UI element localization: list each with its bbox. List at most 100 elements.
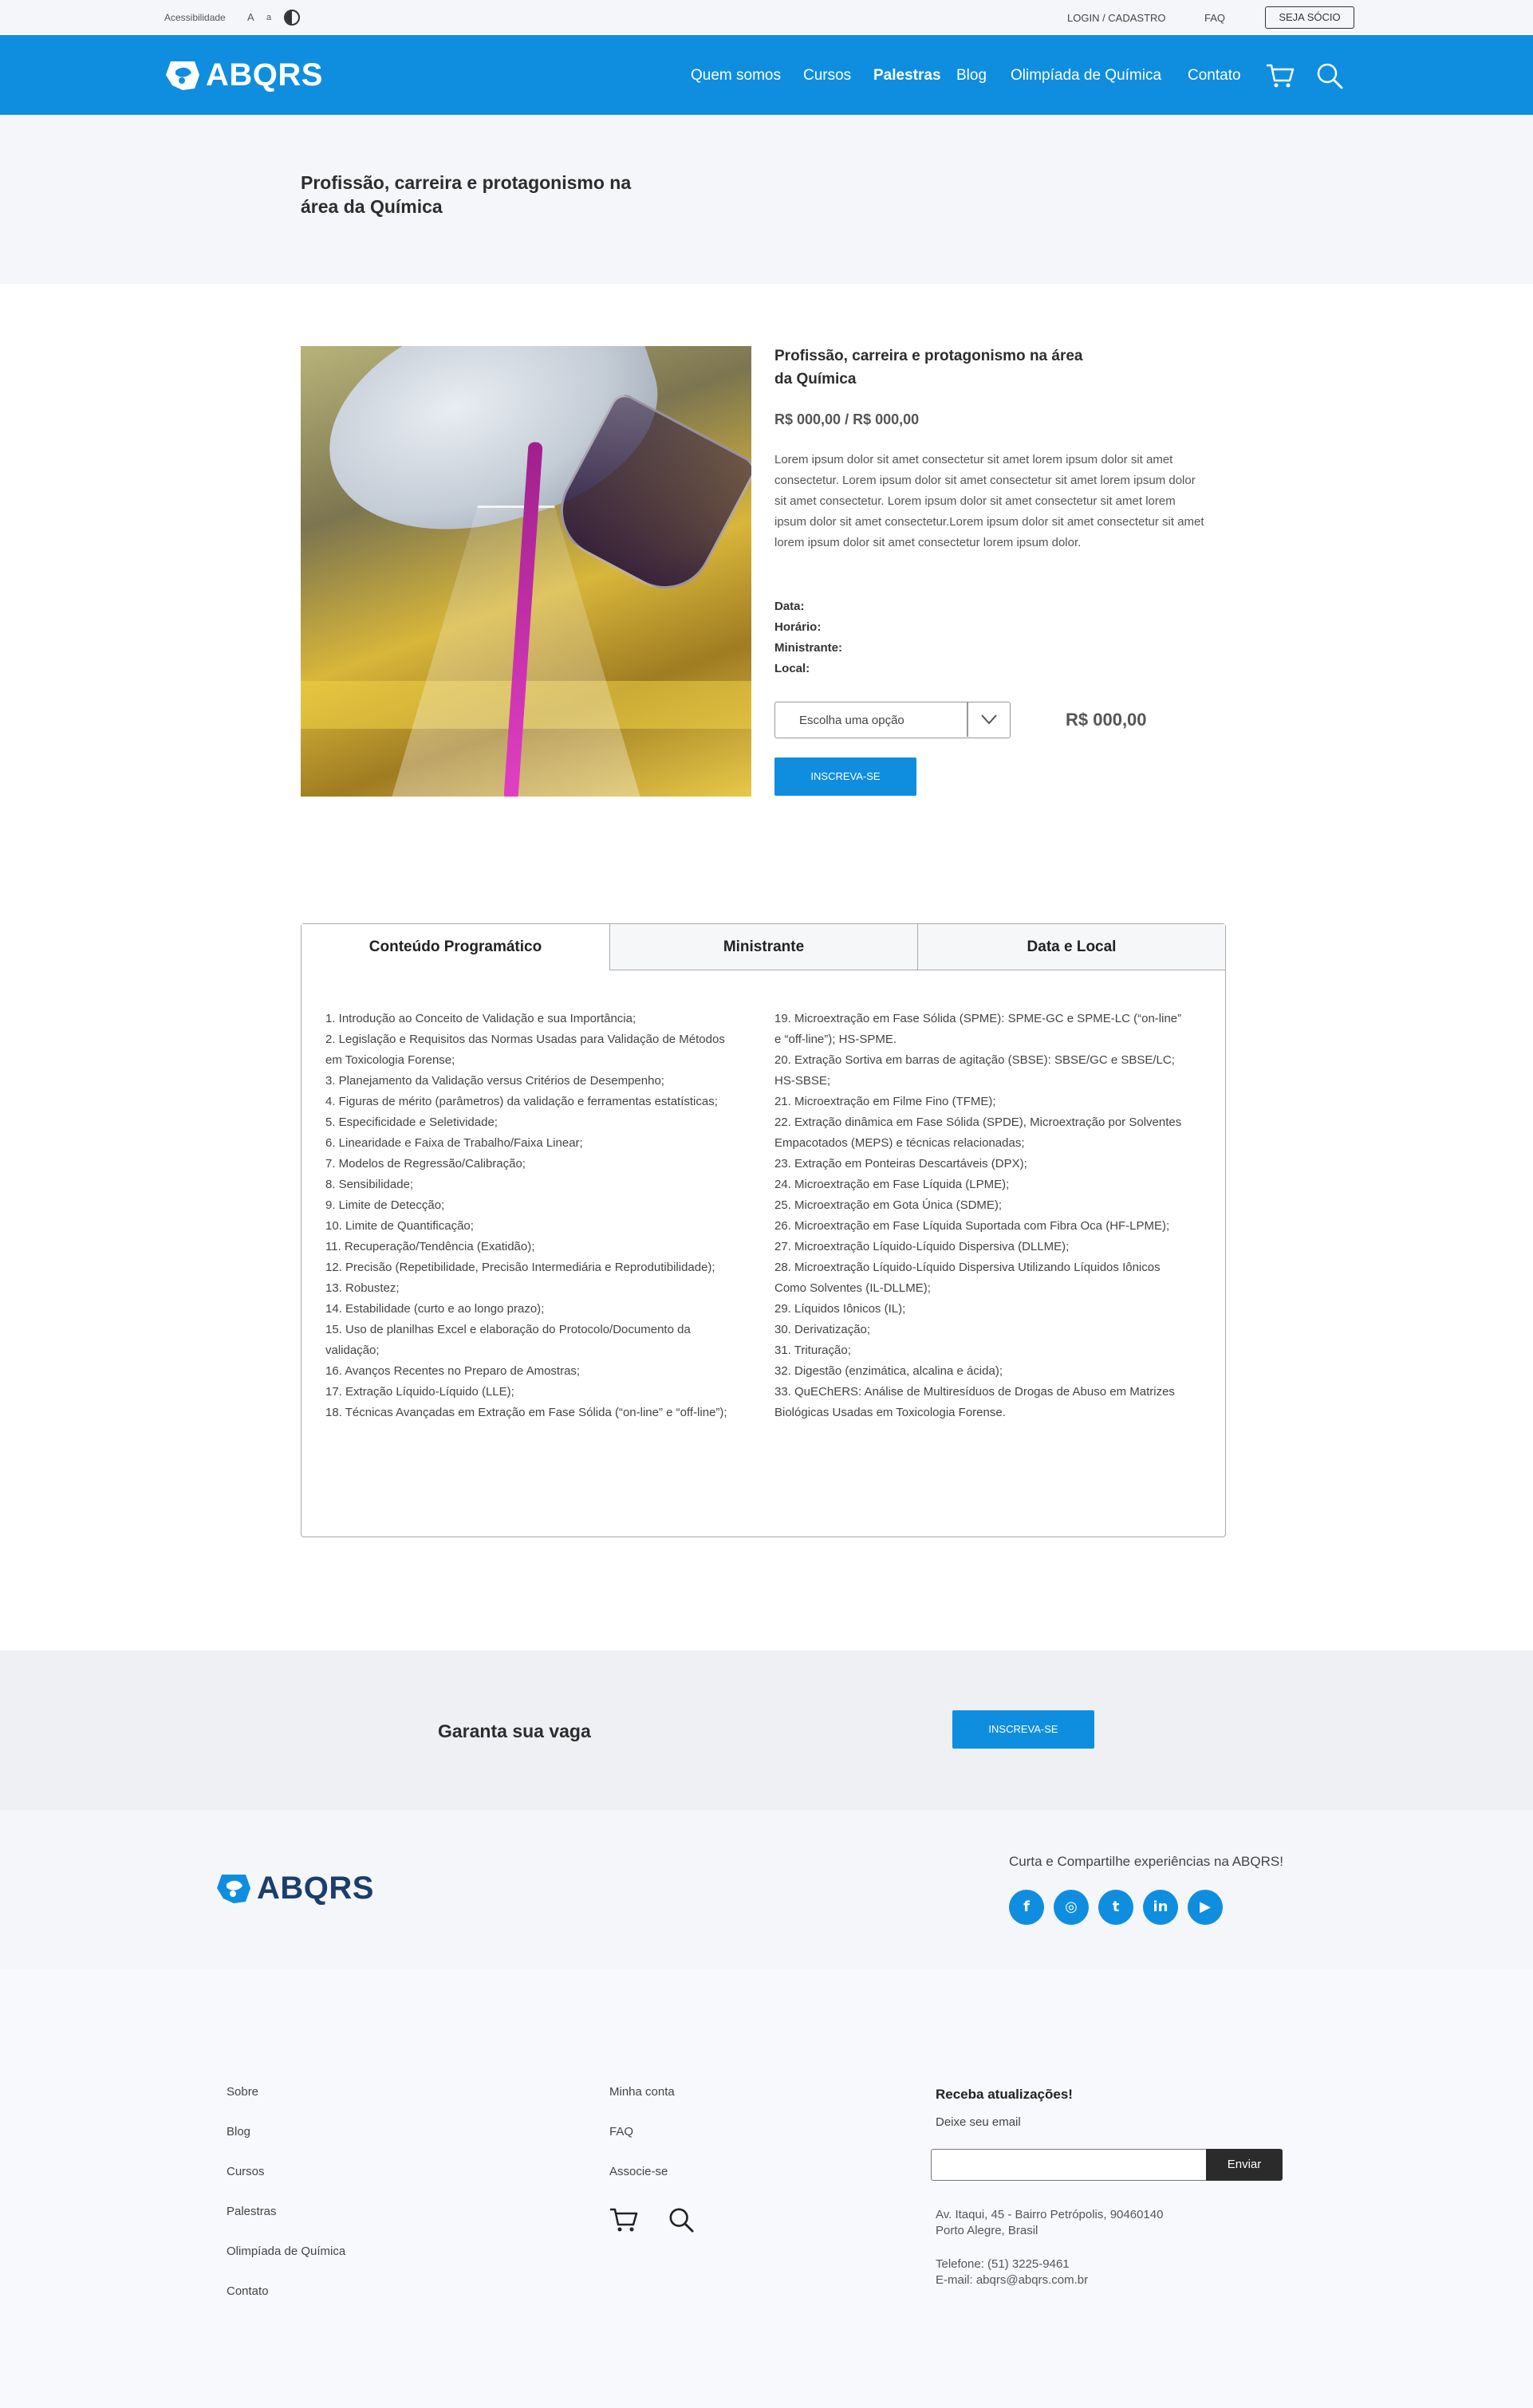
- main-header: ABQRS Quem somos Cursos Palestras Blog O…: [0, 35, 1533, 115]
- tab-data-local[interactable]: Data e Local: [917, 924, 1225, 970]
- footer-brand: ABQRS Curta e Compartilhe experiências n…: [0, 1810, 1533, 1969]
- search-icon[interactable]: [1316, 62, 1343, 89]
- lecture-image: [301, 346, 751, 797]
- cart-icon[interactable]: [1266, 63, 1295, 89]
- social-links: f ◎ t in ▶: [1009, 1890, 1232, 1925]
- program-item: 2. Legislação e Requisitos das Normas Us…: [325, 1033, 725, 1067]
- footer-cart-icon[interactable]: [609, 2207, 638, 2233]
- program-item: 16. Avanços Recentes no Preparo de Amost…: [325, 1364, 581, 1378]
- nav-item-cursos[interactable]: Cursos: [803, 67, 873, 85]
- footer-link-contato[interactable]: Contato: [227, 2284, 345, 2324]
- cta-subscribe-button[interactable]: INSCREVA-SE: [952, 1710, 1094, 1749]
- footer-phone: Telefone: (51) 3225-9461: [936, 2257, 1070, 2271]
- program-item: 12. Precisão (Repetibilidade, Precisão I…: [325, 1261, 715, 1274]
- product-description: Lorem ipsum dolor sit amet consectetur s…: [774, 453, 1204, 549]
- nav-item-blog[interactable]: Blog: [956, 67, 1011, 85]
- option-select-value: Escolha uma opção: [799, 714, 904, 727]
- tabs-panel: Conteúdo Programático Ministrante Data e…: [301, 923, 1226, 1537]
- footer-link-cursos[interactable]: Cursos: [227, 2165, 345, 2205]
- nav-item-contato[interactable]: Contato: [1188, 67, 1241, 85]
- program-column-right: 19. Microextração em Fase Sólida (SPME):…: [774, 1009, 1189, 1423]
- tab-conteudo[interactable]: Conteúdo Programático: [301, 924, 609, 970]
- program-item: 28. Microextração Líquido-Líquido Disper…: [774, 1261, 1161, 1295]
- product-title: Profissão, carreira e protagonismo na ár…: [774, 348, 1083, 388]
- decrease-font-button[interactable]: a: [266, 13, 271, 22]
- login-link[interactable]: LOGIN / CADASTRO: [1067, 12, 1166, 24]
- page-hero: Profissão, carreira e protagonismo na ár…: [0, 115, 1533, 284]
- footer-icons: [609, 2207, 724, 2233]
- address-line-2: Porto Alegre, Brasil: [936, 2224, 1038, 2237]
- footer-email: E-mail: abqrs@abqrs.com.br: [936, 2273, 1089, 2287]
- footer-address: Av. Itaqui, 45 - Bairro Petrópolis, 9046…: [936, 2207, 1163, 2239]
- footer-link-faq[interactable]: FAQ: [609, 2125, 675, 2165]
- faq-link[interactable]: FAQ: [1204, 12, 1225, 24]
- footer-links-1: Sobre Blog Cursos Palestras Olimpíada de…: [227, 2085, 345, 2324]
- footer-logo-mark-icon: [217, 1875, 250, 1903]
- footer-logo[interactable]: ABQRS: [215, 1870, 374, 1906]
- nav-item-quem-somos[interactable]: Quem somos: [691, 67, 803, 85]
- program-item: 5. Especificidade e Seletividade;: [325, 1115, 498, 1129]
- newsletter-send-button[interactable]: Enviar: [1206, 2149, 1283, 2181]
- product-meta: Data: Horário: Ministrante: Local:: [774, 596, 842, 679]
- logo-text: ABQRS: [206, 57, 323, 92]
- subscribe-button[interactable]: INSCREVA-SE: [774, 757, 916, 796]
- nav-item-olimpiada[interactable]: Olimpíada de Química: [1011, 67, 1188, 85]
- newsletter-email-input[interactable]: [931, 2149, 1207, 2181]
- tab-ministrante[interactable]: Ministrante: [609, 924, 917, 970]
- cta-banner: Garanta sua vaga INSCREVA-SE: [0, 1651, 1533, 1810]
- footer-link-blog[interactable]: Blog: [227, 2125, 345, 2165]
- nav-item-palestras[interactable]: Palestras: [873, 67, 956, 85]
- footer-link-associe[interactable]: Associe-se: [609, 2165, 675, 2205]
- program-item: 3. Planejamento da Validação versus Crit…: [325, 1074, 664, 1088]
- select-divider: [967, 702, 968, 737]
- meta-speaker: Ministrante:: [774, 641, 843, 655]
- program-item: 17. Extração Líquido-Líquido (LLE);: [325, 1385, 514, 1399]
- program-item: 30. Derivatização;: [774, 1323, 871, 1336]
- contrast-icon[interactable]: [284, 10, 300, 26]
- program-item: 6. Linearidade e Faixa de Trabalho/Faixa…: [325, 1136, 583, 1150]
- footer-link-sobre[interactable]: Sobre: [227, 2085, 345, 2125]
- program-item: 4. Figuras de mérito (parâmetros) da val…: [325, 1095, 718, 1108]
- accessibility-label: Acessibilidade: [164, 12, 226, 23]
- program-item: 27. Microextração Líquido-Líquido Disper…: [774, 1240, 1070, 1253]
- increase-font-button[interactable]: A: [247, 11, 254, 23]
- program-item: 15. Uso de planilhas Excel e elaboração …: [325, 1323, 691, 1357]
- linkedin-icon[interactable]: in: [1143, 1890, 1178, 1925]
- footer-search-icon[interactable]: [668, 2207, 694, 2233]
- address-line-1: Av. Itaqui, 45 - Bairro Petrópolis, 9046…: [936, 2208, 1164, 2221]
- utility-bar: Acessibilidade A a LOGIN / CADASTRO FAQ …: [0, 0, 1533, 35]
- twitter-icon[interactable]: t: [1098, 1890, 1133, 1925]
- facebook-icon[interactable]: f: [1009, 1890, 1044, 1925]
- newsletter-title: Receba atualizações!: [936, 2087, 1073, 2102]
- program-column-left: 1. Introdução ao Conceito de Validação e…: [325, 1009, 740, 1423]
- program-item: 7. Modelos de Regressão/Calibração;: [325, 1157, 526, 1171]
- logo[interactable]: ABQRS: [164, 57, 323, 93]
- footer-link-palestras[interactable]: Palestras: [227, 2205, 345, 2245]
- newsletter-subtitle: Deixe seu email: [936, 2115, 1021, 2129]
- meta-time: Horário:: [774, 620, 822, 634]
- youtube-icon[interactable]: ▶: [1188, 1890, 1223, 1925]
- program-item: 9. Limite de Detecção;: [325, 1198, 445, 1212]
- program-item: 13. Robustez;: [325, 1281, 400, 1295]
- cta-title: Garanta sua vaga: [438, 1721, 591, 1741]
- logo-mark-icon: [166, 61, 199, 90]
- meta-place: Local:: [774, 662, 810, 675]
- footer-link-minha-conta[interactable]: Minha conta: [609, 2085, 675, 2125]
- program-item: 19. Microextração em Fase Sólida (SPME):…: [774, 1012, 1182, 1046]
- option-select[interactable]: Escolha uma opção: [774, 702, 1011, 738]
- program-item: 26. Microextração em Fase Líquida Suport…: [774, 1219, 1170, 1233]
- main-nav: Quem somos Cursos Palestras Blog Olimpía…: [691, 67, 1241, 85]
- program-item: 8. Sensibilidade;: [325, 1178, 414, 1191]
- program-item: 23. Extração em Ponteiras Descartáveis (…: [774, 1157, 1027, 1171]
- program-item: 21. Microextração em Filme Fino (TFME);: [774, 1095, 996, 1108]
- program-item: 33. QuEChERS: Análise de Multiresíduos d…: [774, 1385, 1175, 1419]
- footer-link-olimpiada[interactable]: Olimpíada de Química: [227, 2245, 345, 2284]
- chevron-down-icon: [981, 714, 997, 725]
- meta-date: Data:: [774, 600, 805, 613]
- program-item: 20. Extração Sortiva em barras de agitaç…: [774, 1053, 1175, 1088]
- footer-links-2: Minha conta FAQ Associe-se: [609, 2085, 675, 2205]
- footer-contact: Telefone: (51) 3225-9461 E-mail: abqrs@a…: [936, 2257, 1088, 2288]
- instagram-icon[interactable]: ◎: [1054, 1890, 1089, 1925]
- program-item: 24. Microextração em Fase Líquida (LPME)…: [774, 1178, 1010, 1191]
- member-button[interactable]: SEJA SÓCIO: [1265, 6, 1354, 29]
